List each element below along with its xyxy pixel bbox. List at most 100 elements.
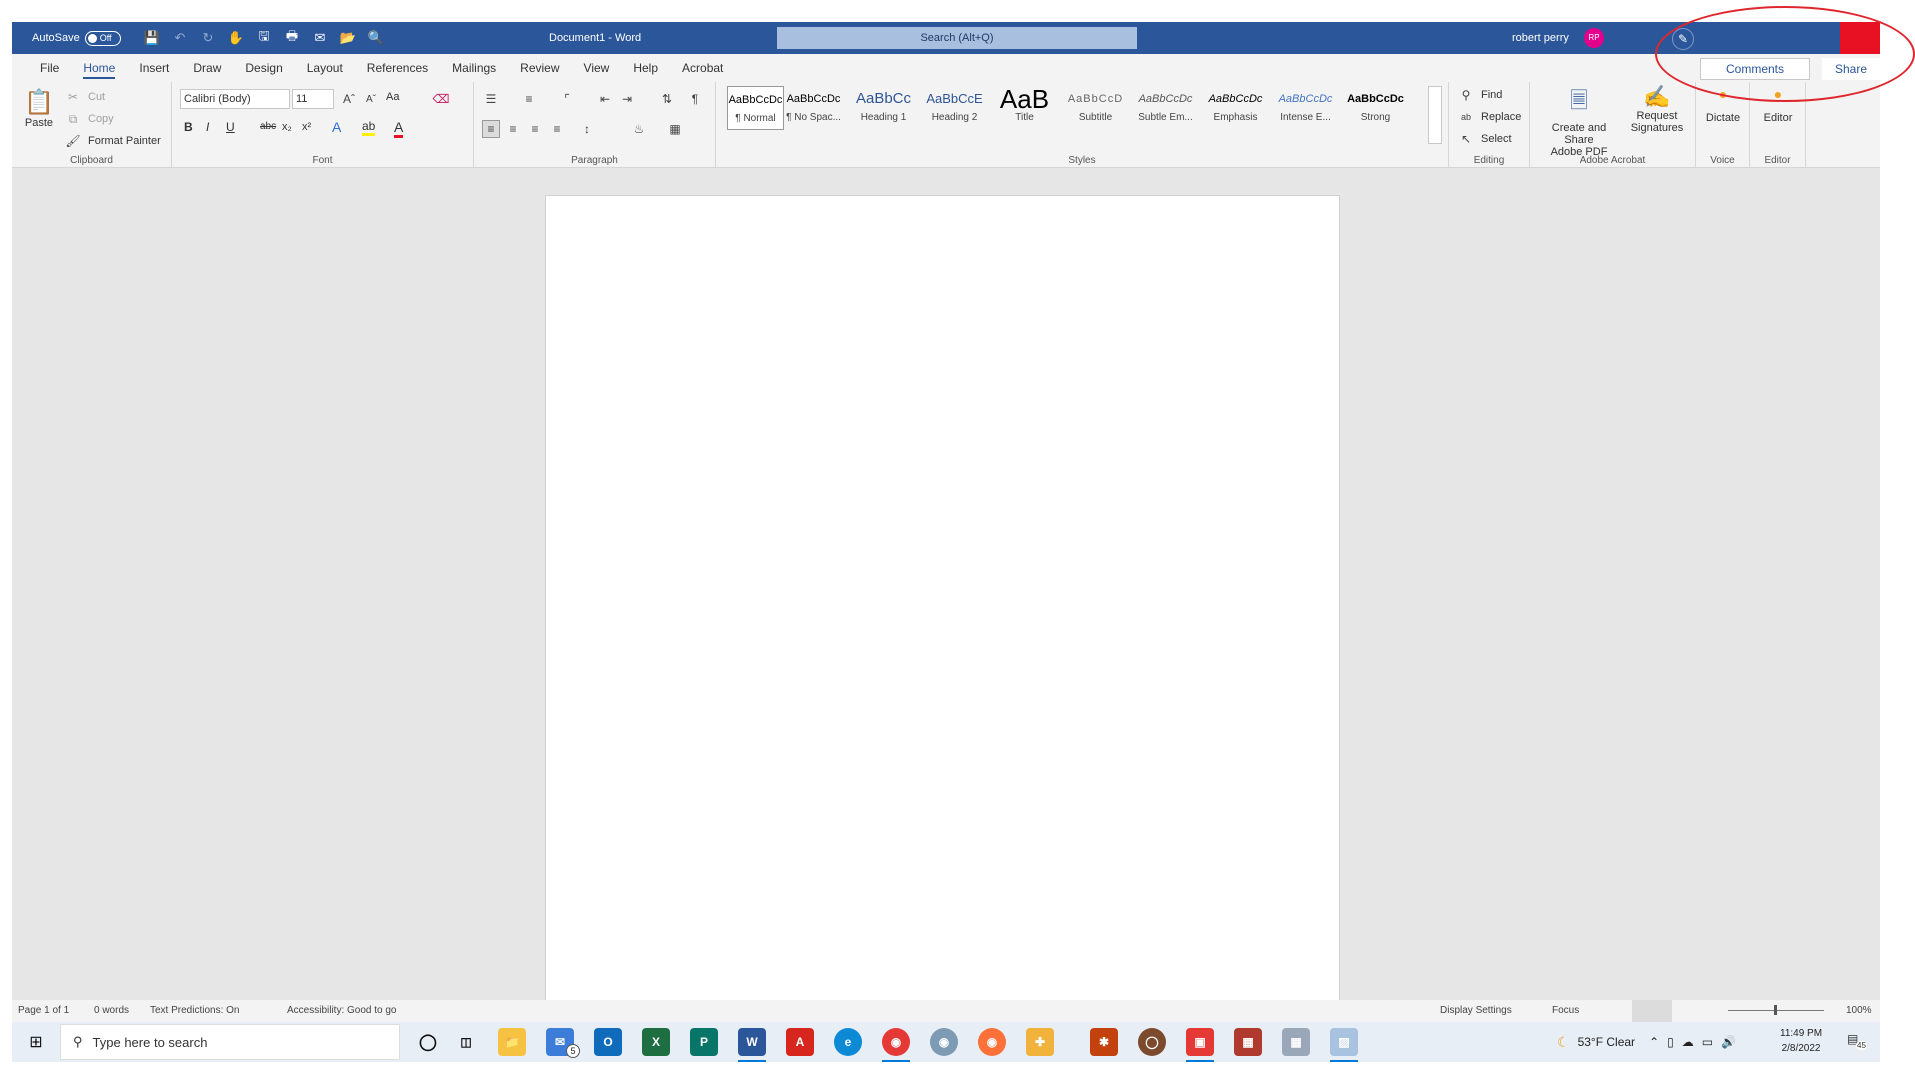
open-icon[interactable]: 📂 <box>338 28 358 48</box>
select-button[interactable]: ↖ Select <box>1457 130 1512 148</box>
font-size-field[interactable]: 11 <box>292 89 334 109</box>
styles-scroll[interactable] <box>1428 86 1442 144</box>
chrome-icon[interactable]: ◉ <box>882 1028 910 1062</box>
tab-view[interactable]: View <box>572 54 622 82</box>
numbering-icon[interactable]: ≡ <box>520 90 538 108</box>
acrobat-icon[interactable]: A <box>786 1028 814 1056</box>
touch-mode-icon[interactable]: ✋ <box>226 28 246 48</box>
weather-text[interactable]: 53°F Clear <box>1578 1035 1636 1049</box>
increase-indent-icon[interactable]: ⇥ <box>618 90 636 108</box>
word-count[interactable]: 0 words <box>94 1000 129 1022</box>
focus-mode[interactable]: Focus <box>1552 1000 1579 1022</box>
clock[interactable]: 11:49 PM 2/8/2022 <box>1780 1026 1822 1056</box>
style-heading-1[interactable]: AaBbCc Heading 1 <box>855 86 912 130</box>
volume-icon[interactable]: 🔊 <box>1721 1035 1736 1049</box>
chevron-up-icon[interactable]: ⌃ <box>1649 1035 1659 1049</box>
cloud-icon[interactable]: ☁ <box>1682 1035 1694 1049</box>
borders-icon[interactable]: ▦ <box>666 120 684 138</box>
font-color-icon[interactable]: A <box>394 119 404 138</box>
task-view-icon[interactable]: ◫ <box>452 1028 480 1056</box>
user-name[interactable]: robert perry <box>1512 22 1569 54</box>
copy-button[interactable]: ⧉ Copy <box>64 110 114 128</box>
style-subtitle[interactable]: AaBbCcD Subtitle <box>1067 86 1124 130</box>
undo-icon[interactable]: ↶ <box>170 28 190 48</box>
view-mode-button[interactable] <box>1632 1000 1672 1022</box>
find-button[interactable]: ⚲ Find <box>1457 86 1503 104</box>
tab-draw[interactable]: Draw <box>181 54 233 82</box>
align-right-icon[interactable]: ≡ <box>526 120 544 138</box>
style-no-spacing[interactable]: AaBbCcDc ¶ No Spac... <box>785 86 842 130</box>
style-heading-2[interactable]: AaBbCcE Heading 2 <box>926 86 983 130</box>
calculator-icon[interactable]: ▦ <box>1282 1028 1310 1056</box>
redo-icon[interactable]: ↻ <box>198 28 218 48</box>
decrease-indent-icon[interactable]: ⇤ <box>596 90 614 108</box>
app-icon-brown[interactable]: ◯ <box>1138 1028 1166 1056</box>
autosave-switch[interactable]: Off <box>84 30 121 46</box>
request-signatures-button[interactable]: ✍ Request Signatures <box>1624 84 1690 134</box>
change-case-button[interactable]: Aa <box>386 91 399 103</box>
italic-icon[interactable]: I <box>206 120 209 134</box>
style-title[interactable]: AaB Title <box>996 86 1053 130</box>
cut-button[interactable]: ✂ Cut <box>64 88 105 106</box>
pilcrow-icon[interactable]: ¶ <box>686 90 704 108</box>
start-button[interactable]: ⊞ <box>20 1022 52 1062</box>
document-page[interactable] <box>545 195 1340 1025</box>
notifications-icon[interactable]: ▤ 45 <box>1847 1032 1867 1052</box>
tab-mailings[interactable]: Mailings <box>440 54 508 82</box>
email-icon[interactable]: ✉ <box>310 28 330 48</box>
shrink-font-icon[interactable]: Aˇ <box>362 90 380 108</box>
clear-formatting-icon[interactable]: ⌫ <box>432 90 450 108</box>
taskbar-search[interactable]: ⚲ Type here to search <box>60 1024 400 1060</box>
zoom-thumb[interactable] <box>1774 1005 1777 1015</box>
tab-help[interactable]: Help <box>621 54 670 82</box>
app-icon-red[interactable]: ▣ <box>1186 1028 1214 1062</box>
tab-review[interactable]: Review <box>508 54 571 82</box>
print-icon[interactable]: 🖶 <box>282 28 302 48</box>
avatar[interactable]: RP <box>1584 28 1604 48</box>
text-predictions[interactable]: Text Predictions: On <box>150 1000 239 1022</box>
tab-acrobat[interactable]: Acrobat <box>670 54 735 82</box>
align-left-icon[interactable]: ≡ <box>482 120 500 138</box>
shading-icon[interactable]: ♨ <box>630 120 648 138</box>
outlook-icon[interactable]: O <box>594 1028 622 1056</box>
autosave-toggle[interactable]: AutoSave Off <box>32 22 121 54</box>
cortana-icon[interactable]: ◯ <box>414 1028 442 1056</box>
superscript-icon[interactable]: x² <box>302 121 311 133</box>
justify-icon[interactable]: ≡ <box>548 120 566 138</box>
style-intense-emphasis[interactable]: AaBbCcDc Intense E... <box>1277 86 1334 130</box>
bullets-icon[interactable]: ☰ <box>482 90 500 108</box>
edge-icon[interactable]: e <box>834 1028 862 1056</box>
app-icon-gray[interactable]: ▨ <box>1330 1028 1358 1062</box>
save-as-icon[interactable]: 🖫 <box>254 28 274 48</box>
app-icon-yellow[interactable]: ✚ <box>1026 1028 1054 1056</box>
network-icon[interactable]: ▭ <box>1702 1035 1713 1049</box>
word-icon[interactable]: W <box>738 1028 766 1062</box>
browser-icon[interactable]: ◉ <box>930 1028 958 1056</box>
tab-home[interactable]: Home <box>71 54 127 82</box>
print-preview-icon[interactable]: 🔍 <box>366 28 386 48</box>
tab-file[interactable]: File <box>28 54 71 82</box>
tab-design[interactable]: Design <box>233 54 294 82</box>
format-painter-button[interactable]: 🖌 Format Painter <box>64 132 160 150</box>
font-name-field[interactable]: Calibri (Body) <box>180 89 290 109</box>
style-emphasis[interactable]: AaBbCcDc Emphasis <box>1207 86 1264 130</box>
underline-icon[interactable]: U <box>226 120 235 134</box>
search-box[interactable]: Search (Alt+Q) <box>777 27 1137 49</box>
app-icon-orange[interactable]: ✱ <box>1090 1028 1118 1056</box>
grow-font-icon[interactable]: Aˆ <box>340 90 358 108</box>
tab-layout[interactable]: Layout <box>295 54 355 82</box>
highlight-icon[interactable]: ab <box>362 119 376 136</box>
file-explorer-icon[interactable]: 📁 <box>498 1028 526 1056</box>
align-center-icon[interactable]: ≡ <box>504 120 522 138</box>
firefox-icon[interactable]: ◉ <box>978 1028 1006 1056</box>
accessibility-status[interactable]: Accessibility: Good to go <box>287 1000 397 1022</box>
strikethrough-icon[interactable]: abc <box>260 121 276 132</box>
excel-icon[interactable]: X <box>642 1028 670 1056</box>
zoom-level[interactable]: 100% <box>1846 1000 1872 1022</box>
sort-icon[interactable]: ⇅ <box>658 90 676 108</box>
tab-references[interactable]: References <box>355 54 440 82</box>
bold-icon[interactable]: B <box>184 120 193 134</box>
style-strong[interactable]: AaBbCcDc Strong <box>1347 86 1404 130</box>
multilevel-list-icon[interactable]: ⌜ <box>558 90 576 108</box>
create-share-pdf-button[interactable]: 🗏 Create and Share Adobe PDF <box>1536 84 1622 158</box>
